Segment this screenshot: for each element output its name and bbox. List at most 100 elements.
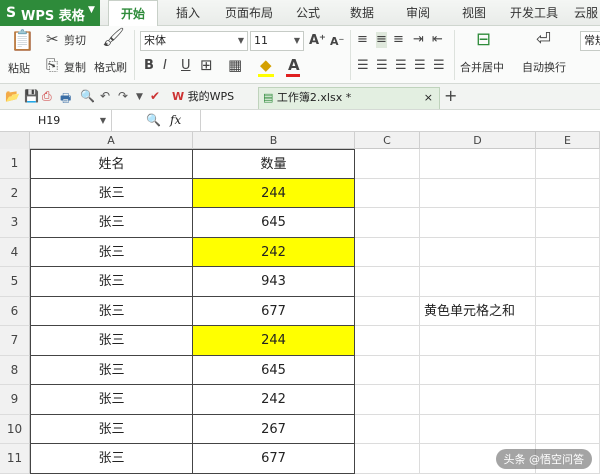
row-header[interactable]: 2: [0, 178, 30, 208]
cell-c[interactable]: [355, 414, 420, 444]
font-size-select[interactable]: 11 ▼: [250, 31, 304, 51]
new-tab-icon[interactable]: +: [444, 86, 457, 105]
undo-icon[interactable]: ↶: [100, 89, 110, 103]
header-cell-d[interactable]: [420, 149, 536, 179]
cell-a[interactable]: 张三: [30, 385, 193, 415]
border-icon[interactable]: ⊞: [200, 57, 213, 73]
tab-developer[interactable]: 开发工具: [508, 0, 560, 26]
formula-input[interactable]: [200, 110, 600, 131]
cell-c[interactable]: [355, 355, 420, 385]
justify-icon[interactable]: ☰: [414, 58, 426, 74]
wrap-text-icon[interactable]: ⏎: [536, 31, 551, 49]
cell-c[interactable]: [355, 296, 420, 326]
row-header[interactable]: 3: [0, 208, 30, 238]
save-icon[interactable]: 💾: [24, 89, 39, 103]
column-header-d[interactable]: D: [420, 132, 536, 149]
function-fx-icon[interactable]: fx: [170, 113, 181, 127]
zoom-search-icon[interactable]: 🔍: [146, 113, 161, 127]
cell-e[interactable]: [536, 414, 600, 444]
paste-icon[interactable]: 📋: [10, 30, 35, 50]
cell-c[interactable]: [355, 178, 420, 208]
row-header[interactable]: 9: [0, 385, 30, 415]
tab-cloud[interactable]: 云服: [572, 0, 600, 26]
cell-c[interactable]: [355, 267, 420, 297]
row-header[interactable]: 6: [0, 296, 30, 326]
cell-e[interactable]: [536, 355, 600, 385]
row-header[interactable]: 11: [0, 444, 30, 474]
close-tab-icon[interactable]: ×: [424, 88, 433, 108]
align-right-icon[interactable]: ☰: [395, 58, 407, 74]
cell-b[interactable]: 645: [193, 355, 355, 385]
font-name-select[interactable]: 宋体 ▼: [140, 31, 248, 51]
column-header-b[interactable]: B: [193, 132, 355, 149]
fill-color-icon[interactable]: ◆: [260, 57, 272, 73]
align-left-icon[interactable]: ☰: [357, 58, 369, 74]
cell-c[interactable]: [355, 326, 420, 356]
format-painter-icon[interactable]: 🖌: [102, 29, 125, 47]
tab-home[interactable]: 开始: [108, 0, 158, 27]
row-header[interactable]: 10: [0, 414, 30, 444]
merge-center-icon[interactable]: ⊟: [476, 31, 491, 49]
cell-style-icon[interactable]: ▦: [228, 57, 242, 73]
cell-d[interactable]: [420, 237, 536, 267]
cell-b[interactable]: 267: [193, 414, 355, 444]
cell-e[interactable]: [536, 296, 600, 326]
cell-d[interactable]: [420, 326, 536, 356]
cell-e[interactable]: [536, 326, 600, 356]
open-folder-icon[interactable]: 📂: [5, 89, 20, 103]
cell-e[interactable]: [536, 385, 600, 415]
tab-view[interactable]: 视图: [456, 0, 492, 26]
row-header[interactable]: 4: [0, 237, 30, 267]
paste-button[interactable]: 粘贴: [8, 60, 30, 76]
cell-b[interactable]: 677: [193, 444, 355, 474]
increase-font-icon[interactable]: A⁺: [309, 33, 326, 49]
cell-b[interactable]: 244: [193, 178, 355, 208]
row-header[interactable]: 7: [0, 326, 30, 356]
cell-b[interactable]: 244: [193, 326, 355, 356]
tab-workbook[interactable]: ▤ 工作簿2.xlsx * ×: [258, 87, 440, 109]
align-center-icon[interactable]: ☰: [376, 58, 388, 74]
customize-chevron-icon[interactable]: ▼: [136, 92, 143, 102]
cell-d[interactable]: [420, 355, 536, 385]
wps-app-menu[interactable]: S WPS 表格 ▼: [0, 0, 100, 26]
pin-icon[interactable]: ✔: [150, 89, 160, 103]
cell-e[interactable]: [536, 237, 600, 267]
cell-a[interactable]: 张三: [30, 414, 193, 444]
cell-b[interactable]: 943: [193, 267, 355, 297]
header-cell-e[interactable]: [536, 149, 600, 179]
row-header[interactable]: 8: [0, 355, 30, 385]
select-all-corner[interactable]: [0, 132, 30, 149]
header-cell-b[interactable]: 数量: [193, 149, 355, 179]
tab-insert[interactable]: 插入: [168, 0, 208, 26]
cell-b[interactable]: 242: [193, 385, 355, 415]
cell-b[interactable]: 645: [193, 208, 355, 238]
cell-d[interactable]: [420, 414, 536, 444]
cell-c[interactable]: [355, 444, 420, 474]
copy-button[interactable]: 复制: [64, 59, 86, 75]
row-header[interactable]: 1: [0, 149, 30, 179]
export-pdf-icon[interactable]: ⎙: [42, 89, 52, 104]
header-cell-c[interactable]: [355, 149, 420, 179]
cell-e[interactable]: [536, 178, 600, 208]
cell-a[interactable]: 张三: [30, 355, 193, 385]
tab-data[interactable]: 数据: [344, 0, 380, 26]
number-format-select[interactable]: 常规: [580, 31, 600, 51]
cell-d[interactable]: [420, 208, 536, 238]
print-icon[interactable]: 🖶: [60, 89, 71, 110]
cell-a[interactable]: 张三: [30, 237, 193, 267]
indent-icon[interactable]: ⇥: [413, 32, 424, 48]
cell-a[interactable]: 张三: [30, 444, 193, 474]
header-cell-a[interactable]: 姓名: [30, 149, 193, 179]
cell-a[interactable]: 张三: [30, 267, 193, 297]
cell-e[interactable]: [536, 208, 600, 238]
column-header-e[interactable]: E: [536, 132, 600, 149]
row-header[interactable]: 5: [0, 267, 30, 297]
bold-button[interactable]: B: [144, 58, 154, 74]
cell-d[interactable]: [420, 267, 536, 297]
cell-d[interactable]: [420, 178, 536, 208]
italic-button[interactable]: I: [163, 58, 167, 74]
column-header-a[interactable]: A: [30, 132, 193, 149]
tab-my-wps[interactable]: W 我的WPS: [168, 87, 254, 109]
merge-center-button[interactable]: 合并居中: [460, 59, 504, 75]
cell-a[interactable]: 张三: [30, 178, 193, 208]
